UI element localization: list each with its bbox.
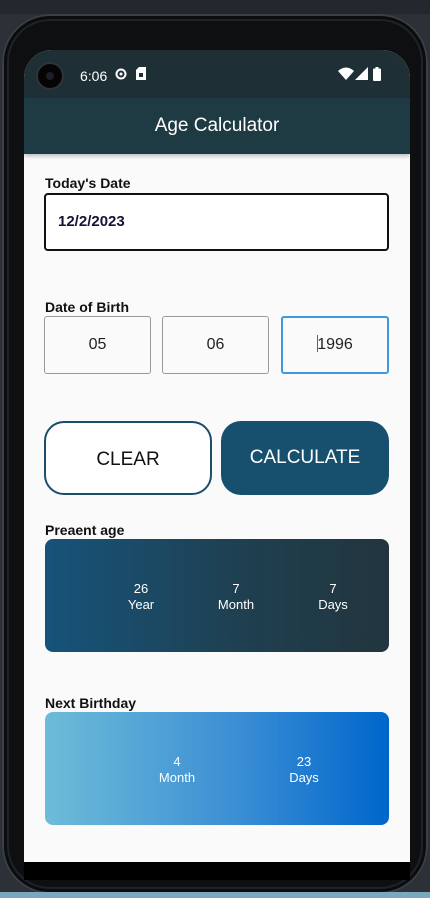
age-years-unit: Year <box>127 597 155 612</box>
next-birthday-card: 4 Month 23 Days <box>45 712 389 825</box>
wifi-icon <box>338 67 354 84</box>
next-days-unit: Days <box>289 770 319 785</box>
next-days: 23 Days <box>264 754 344 786</box>
birth-day-value: 05 <box>88 336 107 353</box>
next-birthday-label: Next Birthday <box>45 695 137 711</box>
present-age-label: Preaent age <box>45 522 125 538</box>
birth-month-value: 06 <box>206 336 225 353</box>
age-months: 7 Month <box>196 581 276 613</box>
top-edge <box>0 0 430 14</box>
status-time: 6:06 <box>80 68 108 84</box>
text-cursor <box>317 335 319 353</box>
signal-icon <box>355 67 368 84</box>
camera-icon <box>38 64 62 88</box>
age-months-value: 7 <box>232 581 240 596</box>
birth-year-input[interactable]: 1996 <box>281 316 389 374</box>
age-years-value: 26 <box>133 581 149 596</box>
present-age-card: 26 Year 7 Month 7 Days <box>45 539 389 652</box>
navigation-bar <box>24 862 410 880</box>
app-title: Age Calculator <box>154 115 280 136</box>
todays-date-field[interactable]: 12/2/2023 <box>44 193 389 251</box>
phone-frame: 6:06 Age Calculator Today's Date 12/2/20… <box>2 14 428 894</box>
battery-icon <box>373 67 381 85</box>
next-months-value: 4 <box>173 754 181 769</box>
todays-date-label: Today's Date <box>45 175 131 191</box>
sim-card-icon <box>136 67 146 84</box>
settings-icon <box>114 67 128 85</box>
age-years: 26 Year <box>101 581 181 613</box>
age-days-value: 7 <box>329 581 337 596</box>
birth-month-input[interactable]: 06 <box>162 316 269 374</box>
next-days-value: 23 <box>296 754 312 769</box>
calculate-button[interactable]: CALCULATE <box>221 421 389 495</box>
birth-year-value: 1996 <box>317 336 353 353</box>
status-bar: 6:06 <box>24 50 410 98</box>
todays-date-value: 12/2/2023 <box>58 213 125 230</box>
age-months-unit: Month <box>217 597 255 612</box>
date-of-birth-label: Date of Birth <box>45 299 129 315</box>
next-months: 4 Month <box>137 754 217 786</box>
app-bar: Age Calculator <box>24 98 410 154</box>
age-days: 7 Days <box>293 581 373 613</box>
clear-button[interactable]: CLEAR <box>44 421 212 495</box>
next-months-unit: Month <box>158 770 196 785</box>
age-days-unit: Days <box>318 597 348 612</box>
app-screen: 6:06 Age Calculator Today's Date 12/2/20… <box>24 50 410 880</box>
birth-day-input[interactable]: 05 <box>44 316 151 374</box>
bottom-edge <box>0 892 430 898</box>
